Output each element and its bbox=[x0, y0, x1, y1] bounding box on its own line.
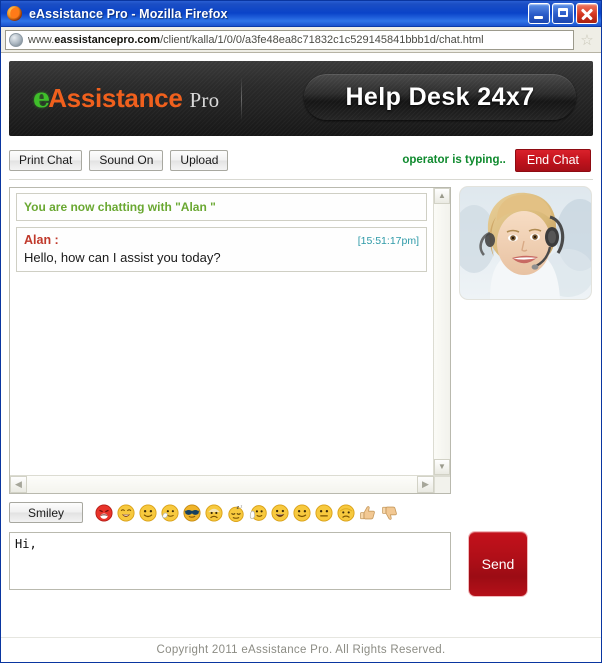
chevron-left-icon[interactable]: ◀ bbox=[10, 476, 27, 493]
chat-message-time: [15:51:17pm] bbox=[357, 235, 419, 247]
cool-sunglasses-emoji[interactable] bbox=[183, 503, 201, 522]
angry-emoji[interactable] bbox=[95, 503, 113, 522]
window-controls bbox=[528, 3, 598, 24]
help-desk-badge: Help Desk 24x7 bbox=[304, 74, 576, 120]
upload-button[interactable]: Upload bbox=[170, 149, 229, 171]
sad-emoji[interactable] bbox=[205, 503, 223, 522]
operator-photo bbox=[460, 187, 591, 299]
chevron-right-icon[interactable]: ▶ bbox=[417, 476, 434, 493]
laughing-emoji[interactable] bbox=[117, 503, 135, 522]
svg-text:z: z bbox=[241, 504, 243, 508]
thumbs-up-emoji[interactable] bbox=[359, 504, 377, 522]
page-content: e Assistance Pro Help Desk 24x7 Print Ch… bbox=[1, 53, 601, 662]
system-message: You are now chatting with "Alan " bbox=[16, 193, 427, 221]
chat-message-body: Hello, how can I assist you today? bbox=[24, 250, 221, 265]
browser-window: eAssistance Pro - Mozilla Firefox www.ea… bbox=[0, 0, 602, 663]
neutral-emoji[interactable] bbox=[315, 503, 333, 522]
chat-transcript-inner: You are now chatting with "Alan " Alan :… bbox=[10, 188, 450, 475]
end-chat-button[interactable]: End Chat bbox=[514, 148, 591, 172]
brand-logo: e Assistance Pro bbox=[33, 83, 219, 114]
site-banner: e Assistance Pro Help Desk 24x7 bbox=[9, 61, 593, 136]
url-text: www.eassistancepro.com/client/kalla/1/0/… bbox=[28, 33, 484, 46]
firefox-icon bbox=[6, 5, 23, 22]
logo-divider bbox=[241, 76, 243, 121]
thumbs-down-emoji[interactable] bbox=[381, 504, 399, 522]
typing-status: operator is typing.. bbox=[402, 154, 506, 166]
globe-icon bbox=[9, 32, 23, 47]
vertical-scroll-track[interactable] bbox=[434, 204, 450, 459]
logo-assistance: Assistance bbox=[48, 83, 183, 113]
maximize-button[interactable] bbox=[552, 3, 574, 24]
chat-message-header: Alan : [15:51:17pm] bbox=[24, 233, 419, 247]
sick-mask-emoji[interactable] bbox=[161, 503, 179, 522]
message-input[interactable] bbox=[9, 532, 451, 590]
chat-horizontal-scrollbar[interactable]: ◀ ▶ bbox=[10, 475, 450, 493]
chat-transcript-panel: You are now chatting with "Alan " Alan :… bbox=[9, 187, 451, 494]
star-icon[interactable]: ☆ bbox=[577, 30, 597, 50]
print-chat-button[interactable]: Print Chat bbox=[9, 149, 83, 171]
smiley-button[interactable]: Smiley bbox=[9, 502, 83, 523]
logo-pro: Pro bbox=[189, 88, 220, 112]
chat-message: Alan : [15:51:17pm] Hello, how can I ass… bbox=[16, 227, 427, 272]
worried-emoji[interactable] bbox=[337, 503, 355, 522]
help-desk-title: Help Desk 24x7 bbox=[345, 82, 535, 111]
emoji-list: z z bbox=[95, 503, 399, 522]
title-bar: eAssistance Pro - Mozilla Firefox bbox=[1, 1, 601, 27]
address-bar: www.eassistancepro.com/client/kalla/1/0/… bbox=[1, 27, 601, 53]
smiley-bar: Smiley z z bbox=[9, 500, 593, 525]
chat-row: You are now chatting with "Alan " Alan :… bbox=[9, 187, 593, 494]
minimize-button[interactable] bbox=[528, 3, 550, 24]
close-button[interactable] bbox=[576, 3, 598, 24]
grin-emoji[interactable] bbox=[271, 503, 289, 522]
footer: Copyright 2011 eAssistance Pro. All Righ… bbox=[1, 637, 601, 662]
chat-toolbar: Print Chat Sound On Upload operator is t… bbox=[9, 144, 593, 180]
copyright-text: Copyright 2011 eAssistance Pro. All Righ… bbox=[156, 644, 446, 656]
chevron-up-icon[interactable]: ▲ bbox=[434, 188, 450, 204]
url-input[interactable]: www.eassistancepro.com/client/kalla/1/0/… bbox=[5, 29, 574, 50]
chevron-down-icon[interactable]: ▼ bbox=[434, 459, 450, 475]
scroll-corner bbox=[434, 476, 450, 493]
chat-vertical-scrollbar[interactable]: ▲ ▼ bbox=[433, 188, 450, 475]
horizontal-scroll-track[interactable] bbox=[27, 476, 417, 493]
sound-toggle-button[interactable]: Sound On bbox=[89, 149, 164, 171]
chat-message-author: Alan : bbox=[24, 233, 59, 247]
window-title: eAssistance Pro - Mozilla Firefox bbox=[29, 6, 228, 21]
wave-hand-emoji[interactable] bbox=[249, 504, 267, 522]
operator-photo-image bbox=[460, 187, 591, 299]
message-composer: Send bbox=[9, 532, 593, 596]
happy-emoji[interactable] bbox=[293, 503, 311, 522]
smile-emoji[interactable] bbox=[139, 503, 157, 522]
chat-messages: You are now chatting with "Alan " Alan :… bbox=[10, 188, 433, 475]
send-button[interactable]: Send bbox=[469, 532, 527, 596]
sleepy-emoji[interactable]: z z bbox=[227, 504, 245, 522]
svg-text:z: z bbox=[236, 505, 239, 511]
